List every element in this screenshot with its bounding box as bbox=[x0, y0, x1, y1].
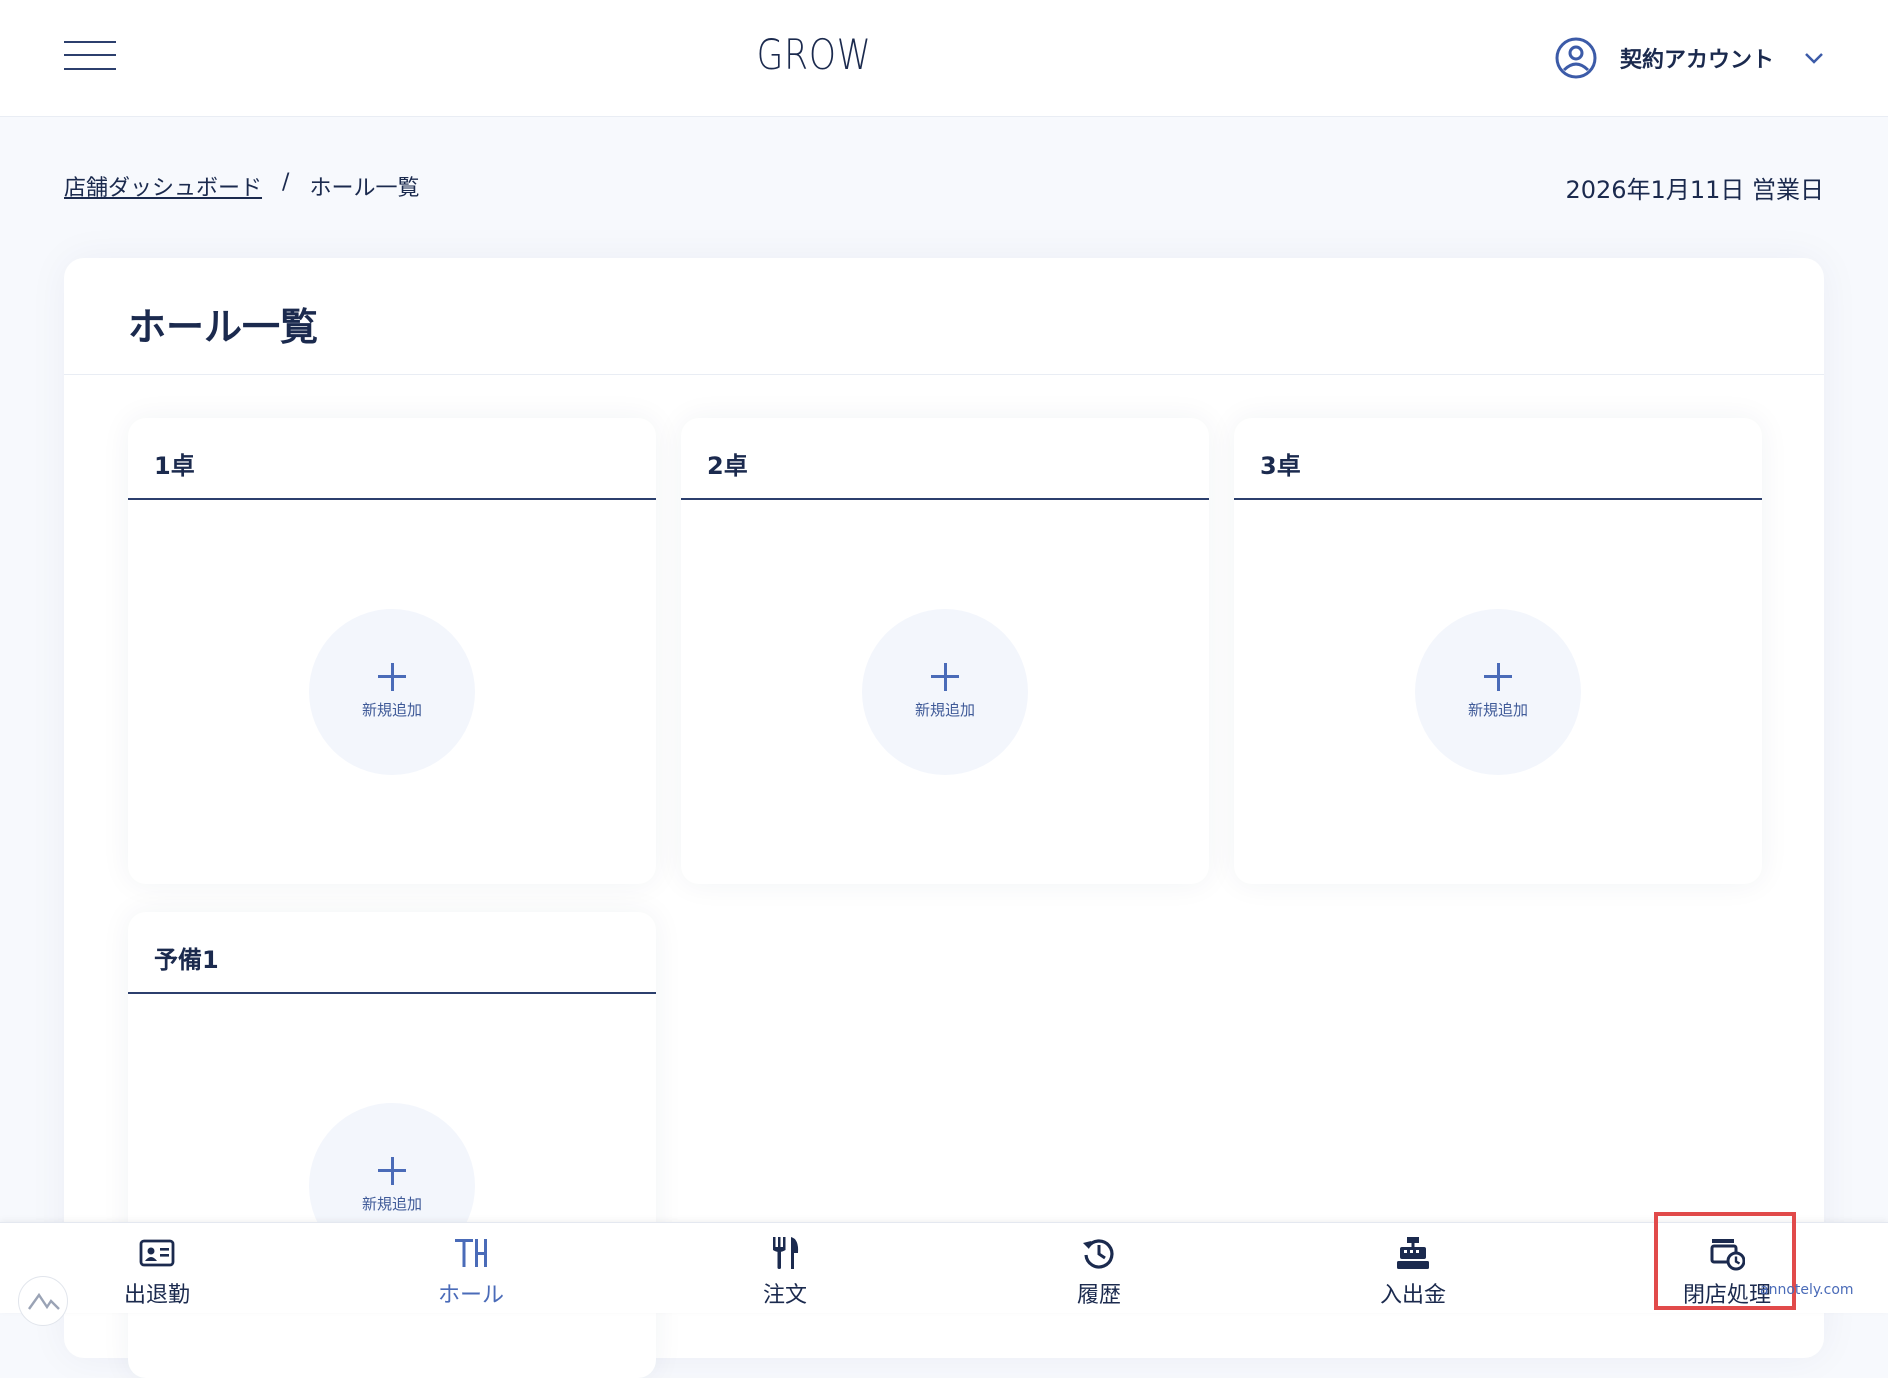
account-label: 契約アカウント bbox=[1620, 48, 1775, 73]
table-card-3: 3卓 新規追加 bbox=[1234, 418, 1762, 884]
add-label: 新規追加 bbox=[1467, 701, 1528, 719]
table-hall-icon bbox=[455, 1239, 487, 1267]
hall-list-panel: ホール一覧 1卓 新規追加 2卓 新規追加 3卓 新規追加 予備1 新規追加 bbox=[64, 258, 1824, 1378]
add-order-button[interactable]: 新規追加 bbox=[309, 609, 475, 775]
cash-register-icon bbox=[1397, 1237, 1429, 1269]
add-label: 新規追加 bbox=[914, 701, 975, 719]
plus-icon bbox=[378, 663, 406, 691]
table-card-1: 1卓 新規追加 bbox=[128, 418, 656, 884]
breadcrumb-current: ホール一覧 bbox=[309, 176, 420, 201]
table-name: 予備1 bbox=[154, 946, 219, 974]
breadcrumb-home-link[interactable]: 店舗ダッシュボード bbox=[64, 170, 262, 202]
table-name: 3卓 bbox=[1260, 452, 1301, 480]
watermark: annotely.com bbox=[1760, 1282, 1854, 1298]
id-card-icon bbox=[139, 1239, 175, 1267]
nav-label: 注文 bbox=[762, 1283, 807, 1308]
table-card-2: 2卓 新規追加 bbox=[681, 418, 1209, 884]
page-title: ホール一覧 bbox=[128, 305, 319, 349]
table-card-header: 1卓 bbox=[128, 418, 656, 500]
app-header: GROW 契約アカウント bbox=[0, 0, 1888, 117]
table-card-header: 予備1 bbox=[128, 912, 656, 994]
mountain-logo-icon bbox=[28, 1292, 60, 1310]
corner-logo bbox=[18, 1276, 68, 1326]
add-label: 新規追加 bbox=[361, 1195, 422, 1213]
table-name: 1卓 bbox=[154, 452, 195, 480]
table-card-header: 2卓 bbox=[681, 418, 1209, 500]
user-circle-icon bbox=[1555, 37, 1597, 79]
panel-divider bbox=[64, 374, 1824, 375]
nav-item-history[interactable]: 履歴 bbox=[942, 1223, 1256, 1313]
history-icon bbox=[1083, 1239, 1114, 1269]
nav-label: 入出金 bbox=[1379, 1283, 1446, 1308]
nav-item-cash-in-out[interactable]: 入出金 bbox=[1256, 1223, 1570, 1313]
nav-item-hall[interactable]: ホール bbox=[314, 1223, 628, 1313]
business-date: 2026年1月11日 営業日 bbox=[1565, 176, 1824, 204]
chevron-down-icon bbox=[1805, 53, 1823, 64]
table-card-header: 3卓 bbox=[1234, 418, 1762, 500]
plus-icon bbox=[931, 663, 959, 691]
add-label: 新規追加 bbox=[361, 701, 422, 719]
add-order-button[interactable]: 新規追加 bbox=[1415, 609, 1581, 775]
account-menu[interactable]: 契約アカウント bbox=[1554, 36, 1824, 80]
table-name: 2卓 bbox=[707, 452, 748, 480]
menu-icon[interactable] bbox=[64, 41, 116, 71]
add-order-button[interactable]: 新規追加 bbox=[862, 609, 1028, 775]
nav-label: 履歴 bbox=[1076, 1283, 1121, 1308]
breadcrumb-separator: / bbox=[282, 170, 290, 195]
breadcrumb: 店舗ダッシュボード / ホール一覧 bbox=[64, 170, 419, 202]
fork-knife-icon bbox=[773, 1237, 799, 1269]
brand-logo: GROW bbox=[756, 30, 872, 79]
bottom-nav: 出退勤 ホール 注文 履歴 入出金 閉店処理 bbox=[0, 1222, 1888, 1313]
plus-icon bbox=[1484, 663, 1512, 691]
nav-label: ホール bbox=[437, 1283, 504, 1308]
nav-item-order[interactable]: 注文 bbox=[628, 1223, 942, 1313]
plus-icon bbox=[378, 1157, 406, 1185]
